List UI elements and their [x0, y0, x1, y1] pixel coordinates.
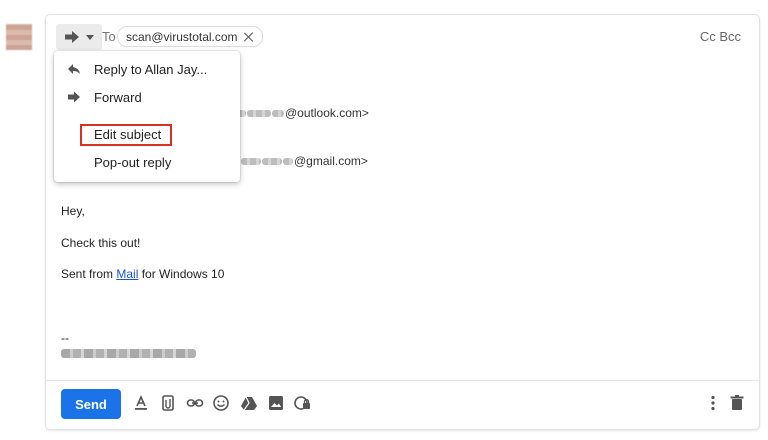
menu-item-reply[interactable]: Reply to Allan Jay... [54, 56, 240, 82]
signature-dash: -- [61, 331, 69, 345]
redacted-text [262, 158, 282, 166]
confidential-icon[interactable] [293, 394, 311, 412]
quoted-email-suffix: @outlook.com> [285, 106, 369, 120]
text-format-icon[interactable] [132, 394, 150, 412]
compose-toolbar: Send [46, 381, 759, 429]
sent-from-prefix: Sent from [61, 267, 117, 281]
forward-icon [65, 31, 79, 43]
link-icon[interactable] [186, 394, 204, 412]
menu-item-label: Pop-out reply [94, 155, 172, 170]
reply-type-menu: Reply to Allan Jay... Forward Edit subje… [54, 51, 240, 182]
photo-icon[interactable] [267, 394, 285, 412]
body-line: Check this out! [61, 236, 141, 250]
reply-type-button[interactable] [56, 24, 102, 50]
redacted-text [283, 158, 293, 166]
edit-subject-highlight [80, 124, 172, 146]
send-button[interactable]: Send [61, 389, 121, 419]
more-options-icon[interactable] [704, 394, 722, 412]
quoted-email-suffix: @gmail.com> [294, 154, 368, 168]
menu-item-label: Forward [94, 90, 142, 105]
mail-link[interactable]: Mail [116, 267, 138, 281]
attach-icon[interactable] [159, 394, 177, 412]
quoted-from-line: @outlook.com> [236, 106, 369, 120]
emoji-icon[interactable] [212, 394, 230, 412]
recipient-email: scan@virustotal.com [126, 29, 238, 44]
greeting-text: Hey, [61, 204, 85, 218]
sent-from-suffix: for Windows 10 [138, 267, 225, 281]
trash-icon[interactable] [728, 394, 746, 412]
menu-item-forward[interactable]: Forward [54, 84, 240, 110]
redacted-text [272, 110, 284, 118]
recipient-chip[interactable]: scan@virustotal.com [117, 26, 263, 47]
redacted-text [241, 158, 261, 166]
menu-item-label: Reply to Allan Jay... [94, 62, 208, 77]
redacted-text [247, 110, 271, 118]
close-icon[interactable] [244, 32, 254, 42]
to-label: To [102, 29, 116, 44]
chevron-down-icon [86, 35, 94, 40]
drive-icon[interactable] [240, 394, 258, 412]
menu-item-popout-reply[interactable]: Pop-out reply [54, 149, 240, 175]
forward-icon [68, 91, 80, 103]
signature-redacted [61, 349, 196, 358]
sent-from-line: Sent from Mail for Windows 10 [61, 267, 224, 281]
cc-bcc-link[interactable]: Cc Bcc [700, 29, 741, 44]
avatar [6, 24, 32, 50]
quoted-to-line: @gmail.com> [241, 154, 368, 168]
reply-icon [68, 64, 80, 74]
